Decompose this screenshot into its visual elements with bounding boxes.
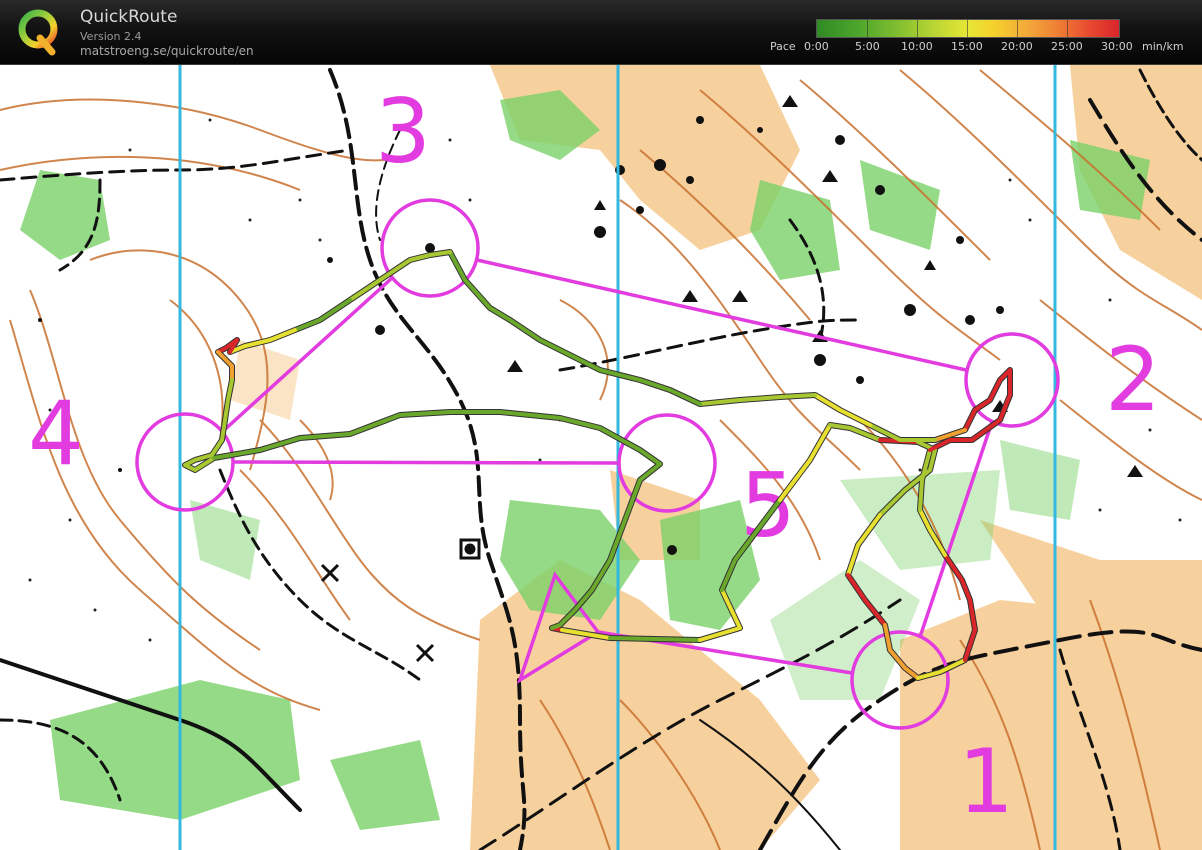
- control-number-2: 2: [1105, 328, 1161, 431]
- pace-unit-label: min/km: [1142, 40, 1184, 53]
- app-version: Version 2.4: [80, 30, 142, 43]
- pace-tick-label: 30:00: [1101, 40, 1133, 53]
- pace-tick-label: 5:00: [855, 40, 880, 53]
- app-name: QuickRoute: [80, 7, 178, 27]
- pace-tick-label: 25:00: [1051, 40, 1083, 53]
- app-url-link[interactable]: matstroeng.se/quickroute/en: [80, 44, 254, 58]
- map-canvas[interactable]: 1 2 3 4 5: [0, 65, 1202, 850]
- quickroute-viewer: QuickRoute Version 2.4 matstroeng.se/qui…: [0, 0, 1202, 850]
- orienteering-map[interactable]: 1 2 3 4 5: [0, 65, 1202, 850]
- control-number-1: 1: [958, 730, 1014, 833]
- control-number-3: 3: [375, 80, 431, 183]
- quickroute-logo-icon: [18, 9, 58, 56]
- pace-tick-label: 0:00: [804, 40, 829, 53]
- pace-color-scale: [816, 19, 1120, 38]
- pace-tick-label: 20:00: [1001, 40, 1033, 53]
- control-number-4: 4: [28, 382, 84, 485]
- pace-tick-label: 15:00: [951, 40, 983, 53]
- pace-label: Pace: [770, 40, 796, 53]
- header-bar: QuickRoute Version 2.4 matstroeng.se/qui…: [0, 0, 1202, 65]
- pace-tick-label: 10:00: [901, 40, 933, 53]
